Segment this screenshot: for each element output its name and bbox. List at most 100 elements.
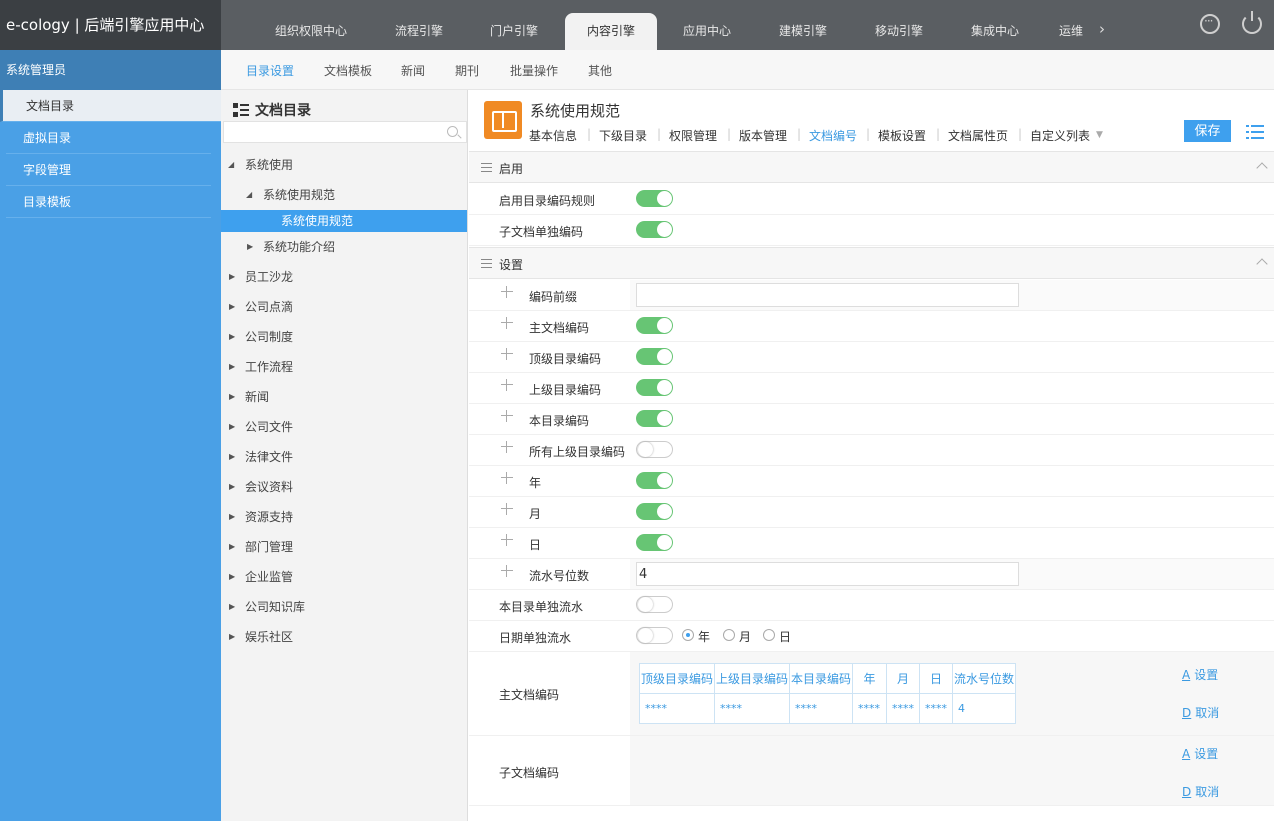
toggle-main-doc-code[interactable] bbox=[636, 317, 673, 334]
subnav-doc-template[interactable]: 文档模板 bbox=[324, 62, 372, 79]
sidebar-item-field-management[interactable]: 字段管理 bbox=[6, 154, 211, 186]
tab-app-center[interactable]: 应用中心 bbox=[661, 13, 753, 50]
tab-permission[interactable]: 权限管理 bbox=[669, 127, 717, 144]
tree-node[interactable]: ▶ 企业监管 bbox=[221, 566, 467, 588]
subnav-other[interactable]: 其他 bbox=[588, 62, 612, 79]
tree-node[interactable]: ▶ 公司知识库 bbox=[221, 596, 467, 618]
drag-handle-icon[interactable] bbox=[501, 503, 513, 515]
sidebar-item-directory-template[interactable]: 目录模板 bbox=[6, 186, 211, 218]
sub-code-cancel-link[interactable]: D 取消 bbox=[1182, 783, 1219, 800]
radio-day[interactable] bbox=[763, 629, 775, 641]
tab-version[interactable]: 版本管理 bbox=[739, 127, 787, 144]
tree-node[interactable]: ▶ 公司点滴 bbox=[221, 296, 467, 318]
subnav-batch[interactable]: 批量操作 bbox=[510, 62, 558, 79]
caret-right-icon[interactable]: ▶ bbox=[229, 386, 235, 408]
tab-doc-properties[interactable]: 文档属性页 bbox=[948, 127, 1008, 144]
tree-node[interactable]: ▶ 资源支持 bbox=[221, 506, 467, 528]
save-button[interactable]: 保存 bbox=[1184, 120, 1231, 142]
drag-handle-icon[interactable] bbox=[501, 410, 513, 422]
main-code-set-link[interactable]: A 设置 bbox=[1182, 666, 1218, 683]
caret-right-icon[interactable]: ▶ bbox=[229, 566, 235, 588]
search-icon[interactable] bbox=[447, 126, 458, 137]
serial-digits-input[interactable] bbox=[636, 562, 1019, 586]
tab-basic-info[interactable]: 基本信息 bbox=[529, 127, 577, 144]
toggle-separate-serial[interactable] bbox=[636, 596, 673, 613]
caret-right-icon[interactable]: ▶ bbox=[229, 266, 235, 288]
toggle-enable-coding[interactable] bbox=[636, 190, 673, 207]
tree-node[interactable]: ▶ 系统功能介绍 bbox=[221, 236, 467, 258]
toggle-all-parent-dir-code[interactable] bbox=[636, 441, 673, 458]
chevron-down-icon[interactable]: ▼ bbox=[1096, 130, 1103, 140]
tab-modeling[interactable]: 建模引擎 bbox=[757, 13, 849, 50]
menu-list-icon[interactable] bbox=[1246, 125, 1264, 139]
chevron-up-icon[interactable] bbox=[1256, 258, 1268, 270]
drag-handle-icon[interactable] bbox=[501, 565, 513, 577]
caret-right-icon[interactable]: ▶ bbox=[229, 356, 235, 378]
caret-right-icon[interactable]: ▶ bbox=[229, 326, 235, 348]
radio-year[interactable] bbox=[682, 629, 694, 641]
caret-right-icon[interactable]: ▶ bbox=[229, 596, 235, 618]
drag-handle-icon[interactable] bbox=[501, 348, 513, 360]
tab-content-engine[interactable]: 内容引擎 bbox=[565, 13, 657, 50]
subnav-journal[interactable]: 期刊 bbox=[455, 62, 479, 79]
caret-down-icon[interactable]: ◢ bbox=[228, 154, 234, 176]
toggle-subdoc-coding[interactable] bbox=[636, 221, 673, 238]
chevron-right-icon[interactable]: › bbox=[1099, 20, 1105, 38]
section-enable[interactable]: 启用 bbox=[469, 151, 1274, 183]
drag-handle-icon[interactable] bbox=[501, 441, 513, 453]
caret-right-icon[interactable]: ▶ bbox=[229, 626, 235, 648]
tree-node[interactable]: ▶ 公司制度 bbox=[221, 326, 467, 348]
drag-handle-icon[interactable] bbox=[501, 286, 513, 298]
tree-node[interactable]: ▶ 工作流程 bbox=[221, 356, 467, 378]
drag-handle-icon[interactable] bbox=[501, 379, 513, 391]
caret-down-icon[interactable]: ◢ bbox=[246, 184, 252, 206]
tree-node[interactable]: ◢ 系统使用规范 bbox=[221, 184, 467, 206]
caret-right-icon[interactable]: ▶ bbox=[229, 446, 235, 468]
tab-org-permission[interactable]: 组织权限中心 bbox=[265, 13, 357, 50]
tab-subdirectory[interactable]: 下级目录 bbox=[599, 127, 647, 144]
tree-node[interactable]: ▶ 法律文件 bbox=[221, 446, 467, 468]
sub-code-set-link[interactable]: A 设置 bbox=[1182, 745, 1218, 762]
power-icon[interactable] bbox=[1242, 11, 1262, 34]
tree-search-input[interactable] bbox=[223, 121, 467, 143]
caret-right-icon[interactable]: ▶ bbox=[229, 416, 235, 438]
more-icon[interactable] bbox=[1200, 14, 1220, 34]
radio-month[interactable] bbox=[723, 629, 735, 641]
toggle-year[interactable] bbox=[636, 472, 673, 489]
tree-node-selected[interactable]: 系统使用规范 bbox=[221, 210, 467, 232]
tree-node[interactable]: ▶ 娱乐社区 bbox=[221, 626, 467, 648]
drag-handle-icon[interactable] bbox=[501, 317, 513, 329]
subnav-directory-settings[interactable]: 目录设置 bbox=[246, 62, 294, 79]
tree-node[interactable]: ◢ 系统使用 bbox=[221, 154, 467, 176]
tab-portal[interactable]: 门户引擎 bbox=[468, 13, 560, 50]
tab-doc-numbering[interactable]: 文档编号 bbox=[809, 127, 857, 144]
sidebar-item-virtual-directory[interactable]: 虚拟目录 bbox=[6, 122, 211, 154]
tree-node[interactable]: ▶ 部门管理 bbox=[221, 536, 467, 558]
caret-right-icon[interactable]: ▶ bbox=[229, 536, 235, 558]
tab-custom-list[interactable]: 自定义列表 bbox=[1030, 127, 1090, 144]
chevron-up-icon[interactable] bbox=[1256, 162, 1268, 174]
toggle-top-dir-code[interactable] bbox=[636, 348, 673, 365]
tree-node[interactable]: ▶ 员工沙龙 bbox=[221, 266, 467, 288]
toggle-day[interactable] bbox=[636, 534, 673, 551]
caret-right-icon[interactable]: ▶ bbox=[229, 506, 235, 528]
toggle-date-serial[interactable] bbox=[636, 627, 673, 644]
sidebar-item-doc-directory[interactable]: 文档目录 bbox=[0, 90, 221, 122]
toggle-this-dir-code[interactable] bbox=[636, 410, 673, 427]
tree-node[interactable]: ▶ 新闻 bbox=[221, 386, 467, 408]
main-code-cancel-link[interactable]: D 取消 bbox=[1182, 704, 1219, 721]
caret-right-icon[interactable]: ▶ bbox=[247, 236, 253, 258]
tab-template-settings[interactable]: 模板设置 bbox=[878, 127, 926, 144]
toggle-month[interactable] bbox=[636, 503, 673, 520]
tab-ops[interactable]: 运维 bbox=[1041, 13, 1101, 50]
code-prefix-input[interactable] bbox=[636, 283, 1019, 307]
tab-mobile[interactable]: 移动引擎 bbox=[853, 13, 945, 50]
drag-handle-icon[interactable] bbox=[501, 534, 513, 546]
tab-workflow[interactable]: 流程引擎 bbox=[371, 13, 467, 50]
caret-right-icon[interactable]: ▶ bbox=[229, 296, 235, 318]
drag-handle-icon[interactable] bbox=[501, 472, 513, 484]
subnav-news[interactable]: 新闻 bbox=[401, 62, 425, 79]
toggle-parent-dir-code[interactable] bbox=[636, 379, 673, 396]
caret-right-icon[interactable]: ▶ bbox=[229, 476, 235, 498]
tab-integration[interactable]: 集成中心 bbox=[949, 13, 1041, 50]
